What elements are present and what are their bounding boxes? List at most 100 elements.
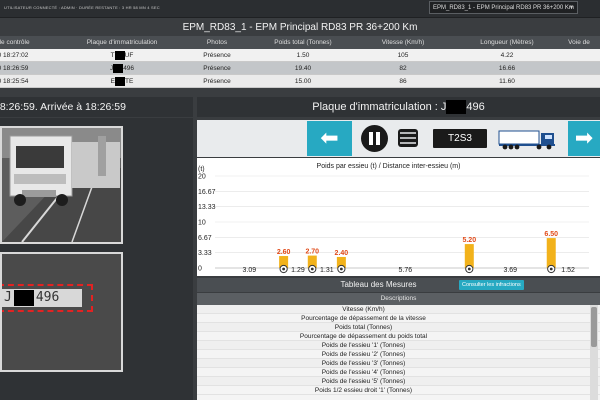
table-row[interactable]: 20 18:27:02 TUF Présence 1.50 105 4.22: [0, 49, 600, 62]
cell-length: 16.66: [498, 64, 516, 72]
wheel-hub: [339, 267, 343, 271]
col-plate[interactable]: Plaque d'immatriculation: [66, 39, 178, 46]
view-infractions-button[interactable]: Consulter les infractions: [459, 280, 524, 290]
cell-plate: J 496: [66, 63, 178, 73]
plate-suffix: UF: [124, 51, 134, 59]
measures-column-header[interactable]: Descriptions: [197, 293, 600, 305]
station-select-value: EPM_RD83_1 - EPM Principal RD83 PR 36+20…: [433, 5, 574, 11]
measure-row[interactable]: Vitesse (Km/h): [197, 305, 600, 314]
measures-scrollbar[interactable]: [590, 305, 598, 400]
measure-row[interactable]: Poids de l'essieu '4' (Tonnes): [197, 368, 600, 377]
plate-crop: J 496: [2, 289, 82, 307]
axle-weight-value: 5.20: [462, 237, 476, 244]
plate-redaction: [446, 100, 467, 115]
arrow-left-icon: ⬅: [320, 125, 339, 150]
table-row[interactable]: 20 18:26:59 J496 Présence 19.40 82 16.66: [0, 62, 600, 75]
user-session-info: UTILISATEUR CONNECTÉ : ADMIN · DURÉE RES…: [4, 5, 160, 10]
axle-weight-value: 2.40: [335, 250, 349, 257]
axle-weight-chart: Poids par essieu (t) / Distance inter-es…: [197, 158, 600, 276]
measure-row[interactable]: Poids de l'essieu '3' (Tonnes): [197, 359, 600, 368]
plate-detection-frame: J 496: [2, 284, 93, 312]
plate-suffix: 496: [35, 290, 60, 305]
arrow-right-icon: ➡: [574, 125, 594, 150]
measure-row[interactable]: Poids de l'essieu '1' (Tonnes): [197, 341, 600, 350]
measure-row[interactable]: Poids de l'essieu '2' (Tonnes): [197, 350, 600, 359]
measure-row[interactable]: Pourcentage de dépassement du poids tota…: [197, 332, 600, 341]
axle-distance-label: 1.52: [561, 267, 575, 274]
plate-photo[interactable]: J 496: [0, 252, 123, 372]
passage-time-header: 18:26:59. Arrivée à 18:26:59: [0, 97, 193, 117]
truck-photo-image: [2, 128, 121, 242]
measure-row[interactable]: Poids de l'essieu '5' (Tonnes): [197, 377, 600, 386]
y-axis-label: (t): [198, 166, 205, 173]
y-tick-label: 13.33: [198, 204, 216, 211]
col-date[interactable]: e de contrôle: [0, 39, 66, 46]
measures-list: Vitesse (Km/h) Pourcentage de dépassement…: [197, 305, 600, 400]
measures-header: Tableau des Mesures Consulter les infrac…: [197, 278, 600, 292]
cell-speed: 82: [399, 64, 407, 72]
station-select[interactable]: EPM_RD83_1 - EPM Principal RD83 PR 36+20…: [429, 1, 578, 14]
cell-photos: Présence: [203, 64, 231, 72]
pause-button[interactable]: [361, 125, 388, 152]
measure-row[interactable]: Poids total (Tonnes): [197, 323, 600, 332]
chevron-down-icon: ▼: [569, 5, 574, 11]
passages-header: e de contrôle Plaque d'immatriculation P…: [0, 36, 600, 49]
cell-length: 4.22: [500, 51, 514, 59]
y-tick-label: 20: [198, 174, 206, 181]
chart-title: Poids par essieu (t) / Distance inter-es…: [317, 163, 461, 170]
axle-distance-label: 5.76: [399, 267, 413, 274]
measure-row[interactable]: Poids 1/2 essieu droit '1' (Tonnes): [197, 386, 600, 395]
plate-header: Plaque d'immatriculation : J 496: [197, 97, 600, 117]
previous-passage-button[interactable]: ⬅: [307, 121, 352, 156]
col-lane[interactable]: Voie de: [558, 39, 600, 46]
top-bar: UTILISATEUR CONNECTÉ : ADMIN · DURÉE RES…: [0, 0, 600, 18]
overview-photo[interactable]: [0, 126, 123, 244]
wheel-hub: [549, 267, 553, 271]
next-passage-button[interactable]: ➡: [568, 121, 600, 156]
axle-weight-value: 2.60: [277, 249, 291, 256]
axle-distance-label: 3.09: [243, 267, 257, 274]
cell-plate: E TE: [66, 76, 178, 86]
y-tick-label: 10: [198, 220, 206, 227]
cell-date: 20 18:26:59: [0, 64, 29, 72]
axle-distance-label: 3.69: [503, 267, 517, 274]
cell-length: 11.60: [499, 77, 515, 85]
plate-header-prefix: Plaque d'immatriculation : J: [312, 101, 447, 113]
vehicle-toolbar: ⬅ T2S3 ➡: [197, 120, 600, 157]
measures-title: Tableau des Mesures: [340, 280, 417, 289]
y-tick-label: 3.33: [198, 250, 212, 257]
axle-chart-svg: Poids par essieu (t) / Distance inter-es…: [198, 163, 589, 274]
silhouette-code: T2S3: [433, 129, 487, 148]
cell-weight: 15.00: [294, 77, 312, 85]
plate-suffix: 496: [123, 64, 135, 72]
axle-weight-bar: [464, 244, 474, 268]
wheel-hub: [310, 267, 314, 271]
col-length[interactable]: Longueur (Mètres): [456, 39, 558, 46]
cell-speed: 86: [399, 77, 407, 85]
plate-redaction: [13, 289, 34, 306]
cell-date: 20 18:25:54: [0, 77, 29, 85]
scrollbar-thumb[interactable]: [591, 307, 597, 347]
plate-header-suffix: 496: [466, 101, 485, 113]
axle-weight-bar: [546, 238, 556, 268]
col-weight[interactable]: Poids total (Tonnes): [256, 39, 350, 46]
axle-distance-label: 1.31: [320, 267, 334, 274]
plate-redaction: [113, 63, 124, 73]
wheel-hub: [282, 267, 286, 271]
plate-redaction: [114, 50, 125, 60]
axle-weight-value: 6.50: [544, 231, 558, 238]
table-row[interactable]: 20 18:25:54 ETE Présence 15.00 86 11.60: [0, 75, 600, 88]
cell-photos: Présence: [203, 77, 231, 85]
axle-weight-value: 2.70: [305, 249, 319, 256]
col-speed[interactable]: Vitesse (Km/h): [350, 39, 456, 46]
plate-redaction: [115, 76, 126, 86]
cell-speed: 105: [397, 51, 409, 59]
cell-date: 20 18:27:02: [0, 51, 29, 59]
measure-row[interactable]: Pourcentage de dépassement de la vitesse: [197, 314, 600, 323]
cell-plate: T UF: [66, 50, 178, 60]
col-photos[interactable]: Photos: [178, 39, 256, 46]
y-tick-label: 0: [198, 266, 202, 273]
cell-photos: Présence: [203, 51, 231, 59]
plate-prefix: J: [4, 290, 12, 305]
axle-distance-label: 1.29: [291, 267, 305, 274]
